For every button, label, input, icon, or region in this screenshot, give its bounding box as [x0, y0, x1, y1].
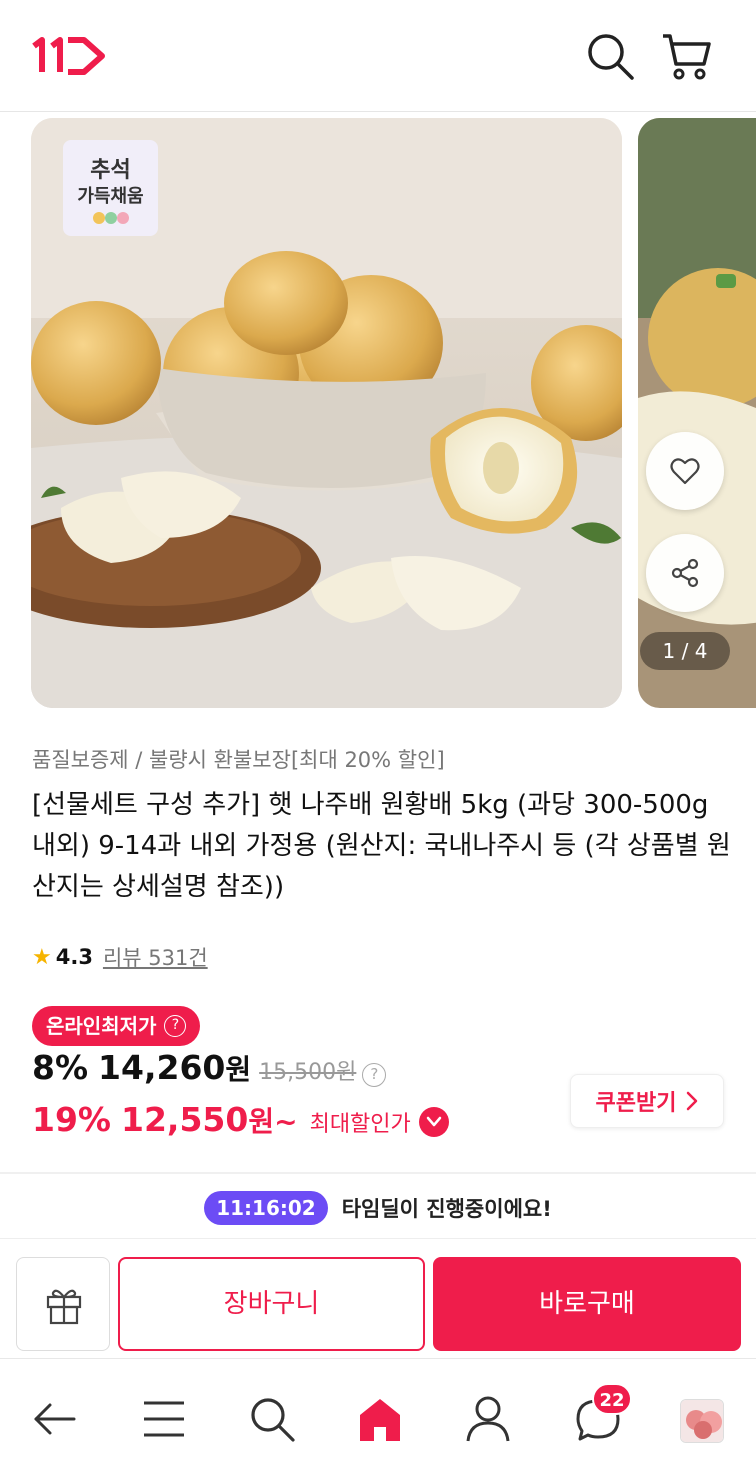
add-to-cart-button[interactable]: 장바구니: [118, 1257, 425, 1351]
max-discount-percent: 19%: [32, 1100, 111, 1139]
home-button[interactable]: [356, 1395, 404, 1443]
chat-count-badge: 22: [592, 1383, 632, 1415]
gift-button[interactable]: [16, 1257, 110, 1351]
max-discount-row[interactable]: 19% 12,550 원~ 최대할인가: [32, 1100, 449, 1148]
product-image-gallery[interactable]: 추석 가득채움 1 / 4: [0, 116, 756, 710]
sale-price-row: 8% 14,260 원 15,500원 ?: [32, 1048, 387, 1096]
bottom-navigation: 22: [0, 1358, 756, 1475]
heart-icon: [670, 458, 700, 485]
my-page-button[interactable]: [464, 1395, 512, 1443]
product-image-next[interactable]: [638, 118, 756, 708]
11st-logo[interactable]: [30, 36, 106, 76]
lowest-price-badge[interactable]: 온라인최저가 ?: [32, 1006, 201, 1046]
coupon-button[interactable]: 쿠폰받기: [570, 1074, 724, 1128]
sale-percent: 8%: [32, 1048, 89, 1087]
product-subtitle: 품질보증제 / 불량시 환불보장[최대 20% 할인]: [32, 748, 445, 772]
search-icon[interactable]: [584, 30, 636, 82]
section-divider: [0, 1172, 756, 1174]
rating-row[interactable]: ★ 4.3 리뷰 531건: [32, 940, 208, 974]
product-image-main[interactable]: 추석 가득채움: [31, 118, 622, 708]
timedeal-timer: 11:16:02: [204, 1191, 328, 1225]
user-icon: [466, 1396, 510, 1442]
buy-now-button[interactable]: 바로구매: [433, 1257, 741, 1351]
recent-viewed-button[interactable]: [680, 1399, 724, 1443]
lowest-price-label: 온라인최저가: [46, 1014, 157, 1038]
back-button[interactable]: [30, 1395, 78, 1443]
chevron-right-icon: [687, 1091, 698, 1111]
timedeal-banner[interactable]: 11:16:02 타임딜이 진행중이에요!: [0, 1180, 756, 1236]
price-help-icon[interactable]: ?: [362, 1063, 387, 1087]
image-counter: 1 / 4: [640, 632, 730, 670]
gift-icon: [46, 1289, 82, 1325]
timedeal-text: 타임딜이 진행중이에요!: [341, 1197, 552, 1221]
review-count-link[interactable]: 리뷰 531건: [103, 942, 208, 972]
badge-line-1: 추석: [90, 158, 131, 183]
cart-icon[interactable]: [660, 30, 712, 82]
chuseok-badge-image: 추석 가득채움: [63, 140, 158, 236]
recent-product-thumbnail: [681, 1400, 723, 1442]
like-button[interactable]: [646, 432, 724, 510]
sale-price: 14,260: [98, 1048, 226, 1087]
chevron-down-icon[interactable]: [418, 1107, 449, 1137]
badge-line-2: 가득채움: [77, 186, 144, 207]
price-unit: 원: [225, 1053, 252, 1086]
menu-button[interactable]: [140, 1395, 188, 1443]
max-discount-label: 최대할인가: [309, 1112, 411, 1137]
nav-search-button[interactable]: [248, 1395, 296, 1443]
rating-score: 4.3: [55, 945, 93, 969]
search-icon: [251, 1398, 295, 1442]
share-button[interactable]: [646, 534, 724, 612]
original-price: 15,500원: [259, 1060, 357, 1085]
purchase-action-bar: 장바구니 바로구매: [0, 1238, 756, 1358]
home-icon: [360, 1399, 400, 1441]
top-header: [0, 0, 756, 112]
max-price-unit: 원~: [248, 1105, 298, 1138]
product-title: [선물세트 구성 추가] 햇 나주배 원황배 5kg (과당 300-500g …: [32, 790, 731, 902]
max-discount-price: 12,550: [121, 1100, 249, 1139]
hamburger-menu-icon: [144, 1401, 184, 1437]
back-arrow-icon: [34, 1403, 76, 1435]
star-icon: ★: [32, 944, 52, 970]
coupon-label: 쿠폰받기: [595, 1091, 677, 1116]
help-icon[interactable]: ?: [164, 1015, 187, 1037]
share-icon: [671, 558, 699, 588]
